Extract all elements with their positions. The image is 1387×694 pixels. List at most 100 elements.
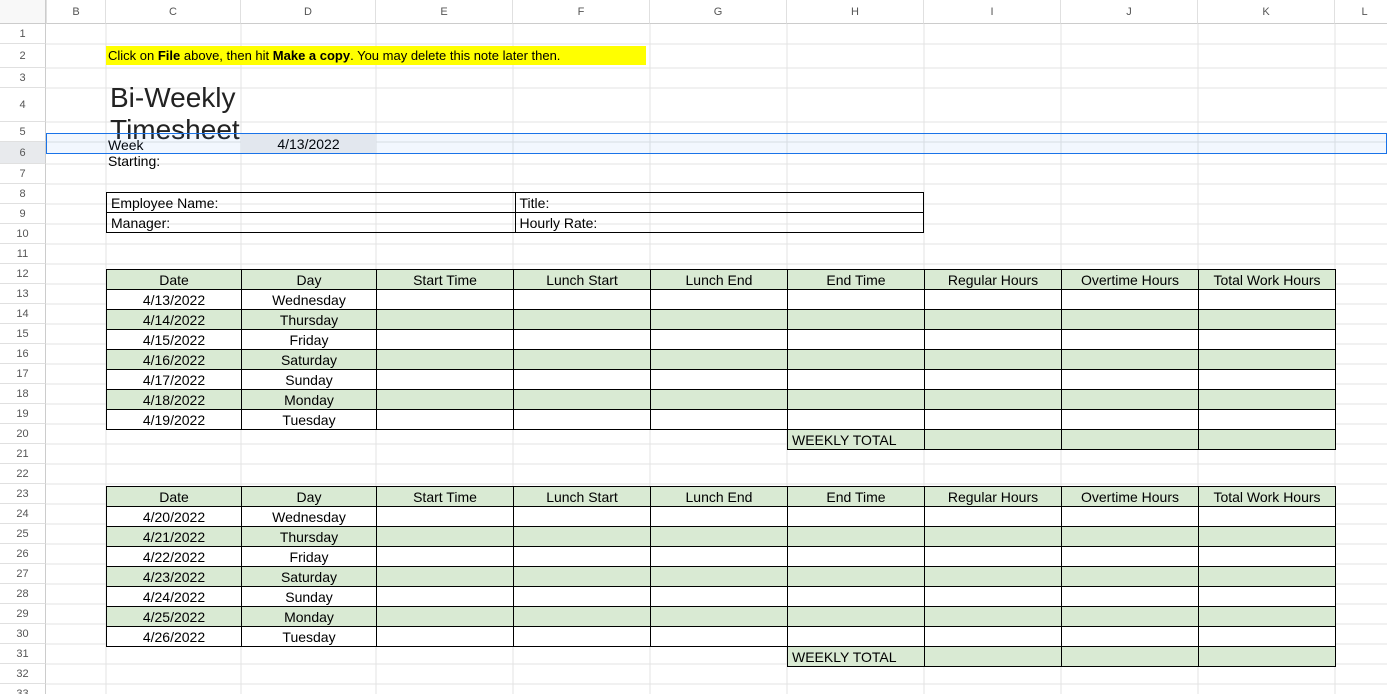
- row-header-15[interactable]: 15: [0, 324, 46, 344]
- column-header-I[interactable]: I: [924, 0, 1061, 24]
- column-header-C[interactable]: C: [106, 0, 241, 24]
- cell-value[interactable]: [1199, 410, 1336, 430]
- cell-value[interactable]: [377, 607, 514, 627]
- row-header-10[interactable]: 10: [0, 224, 46, 244]
- cell-value[interactable]: [377, 410, 514, 430]
- cell-date[interactable]: 4/26/2022: [107, 627, 242, 647]
- cell-value[interactable]: [1199, 310, 1336, 330]
- cell-date[interactable]: 4/20/2022: [107, 507, 242, 527]
- col-header-start-time[interactable]: Start Time: [377, 487, 514, 507]
- cell-value[interactable]: [377, 350, 514, 370]
- cell-value[interactable]: [925, 607, 1062, 627]
- col-header-regular-hours[interactable]: Regular Hours: [925, 487, 1062, 507]
- cell-value[interactable]: [788, 330, 925, 350]
- row-header-5[interactable]: 5: [0, 122, 46, 142]
- row-header-33[interactable]: 33: [0, 684, 46, 694]
- row-header-23[interactable]: 23: [0, 484, 46, 504]
- cell-day[interactable]: Wednesday: [242, 290, 377, 310]
- cell-value[interactable]: [514, 607, 651, 627]
- row-header-13[interactable]: 13: [0, 284, 46, 304]
- cell-value[interactable]: [651, 527, 788, 547]
- table-row[interactable]: 4/16/2022Saturday: [107, 350, 1336, 370]
- table-row[interactable]: 4/13/2022Wednesday: [107, 290, 1336, 310]
- col-header-end-time[interactable]: End Time: [788, 487, 925, 507]
- column-header-D[interactable]: D: [241, 0, 376, 24]
- row-header-32[interactable]: 32: [0, 664, 46, 684]
- table-row[interactable]: 4/24/2022Sunday: [107, 587, 1336, 607]
- cell-value[interactable]: [514, 370, 651, 390]
- column-header-L[interactable]: L: [1335, 0, 1387, 24]
- cell-value[interactable]: [925, 370, 1062, 390]
- cell-value[interactable]: [925, 627, 1062, 647]
- row-header-24[interactable]: 24: [0, 504, 46, 524]
- cell-value[interactable]: [1199, 507, 1336, 527]
- cell-day[interactable]: Tuesday: [242, 627, 377, 647]
- cell-value[interactable]: [925, 350, 1062, 370]
- cell-value[interactable]: [1062, 370, 1199, 390]
- row-header-22[interactable]: 22: [0, 464, 46, 484]
- cell-value[interactable]: [514, 527, 651, 547]
- table-row[interactable]: 4/17/2022Sunday: [107, 370, 1336, 390]
- cell-value[interactable]: [1199, 330, 1336, 350]
- column-header-K[interactable]: K: [1198, 0, 1335, 24]
- cell-value[interactable]: [377, 627, 514, 647]
- cell-value[interactable]: [377, 547, 514, 567]
- row-header-16[interactable]: 16: [0, 344, 46, 364]
- cell-day[interactable]: Friday: [242, 330, 377, 350]
- column-header-B[interactable]: B: [46, 0, 106, 24]
- hourly-rate-label[interactable]: Hourly Rate:: [515, 213, 923, 233]
- table-row[interactable]: 4/25/2022Monday: [107, 607, 1336, 627]
- cell-value[interactable]: [514, 290, 651, 310]
- cell-value[interactable]: [651, 350, 788, 370]
- week2-timesheet-table[interactable]: DateDayStart TimeLunch StartLunch EndEnd…: [106, 486, 1336, 667]
- cell-day[interactable]: Saturday: [242, 350, 377, 370]
- cell-value[interactable]: [651, 390, 788, 410]
- cell-value[interactable]: [651, 370, 788, 390]
- cell-date[interactable]: 4/17/2022: [107, 370, 242, 390]
- cell-value[interactable]: [1062, 627, 1199, 647]
- cell-value[interactable]: [925, 330, 1062, 350]
- cell-value[interactable]: [651, 567, 788, 587]
- cell-value[interactable]: [925, 587, 1062, 607]
- row-header-12[interactable]: 12: [0, 264, 46, 284]
- table-row[interactable]: 4/15/2022Friday: [107, 330, 1336, 350]
- select-all-corner[interactable]: [0, 0, 46, 24]
- table-row[interactable]: 4/18/2022Monday: [107, 390, 1336, 410]
- cell-date[interactable]: 4/25/2022: [107, 607, 242, 627]
- cell-value[interactable]: [788, 370, 925, 390]
- cell-day[interactable]: Sunday: [242, 370, 377, 390]
- row-header-14[interactable]: 14: [0, 304, 46, 324]
- weekly-total-row[interactable]: WEEKLY TOTAL: [107, 430, 1336, 450]
- cell-value[interactable]: [651, 310, 788, 330]
- cell-value[interactable]: [651, 607, 788, 627]
- col-header-lunch-start[interactable]: Lunch Start: [514, 270, 651, 290]
- cell-value[interactable]: [1062, 527, 1199, 547]
- cell-value[interactable]: [788, 310, 925, 330]
- cell-value[interactable]: [788, 587, 925, 607]
- row-header-29[interactable]: 29: [0, 604, 46, 624]
- cell-day[interactable]: Monday: [242, 390, 377, 410]
- row-header-25[interactable]: 25: [0, 524, 46, 544]
- col-header-date[interactable]: Date: [107, 487, 242, 507]
- cell-value[interactable]: [788, 567, 925, 587]
- cell-day[interactable]: Sunday: [242, 587, 377, 607]
- cell-value[interactable]: [1062, 607, 1199, 627]
- cell-date[interactable]: 4/24/2022: [107, 587, 242, 607]
- cell-value[interactable]: [1062, 507, 1199, 527]
- cell-date[interactable]: 4/16/2022: [107, 350, 242, 370]
- cell-value[interactable]: [1199, 350, 1336, 370]
- cell-day[interactable]: Saturday: [242, 567, 377, 587]
- cell-value[interactable]: [788, 527, 925, 547]
- table-row[interactable]: 4/21/2022Thursday: [107, 527, 1336, 547]
- col-header-end-time[interactable]: End Time: [788, 270, 925, 290]
- row-header-21[interactable]: 21: [0, 444, 46, 464]
- cell-value[interactable]: [1199, 627, 1336, 647]
- column-header-G[interactable]: G: [650, 0, 787, 24]
- row-header-8[interactable]: 8: [0, 184, 46, 204]
- cell-value[interactable]: [651, 507, 788, 527]
- row-header-6[interactable]: 6: [0, 142, 46, 164]
- col-header-lunch-end[interactable]: Lunch End: [651, 270, 788, 290]
- cell-value[interactable]: [651, 410, 788, 430]
- row-header-30[interactable]: 30: [0, 624, 46, 644]
- row-header-17[interactable]: 17: [0, 364, 46, 384]
